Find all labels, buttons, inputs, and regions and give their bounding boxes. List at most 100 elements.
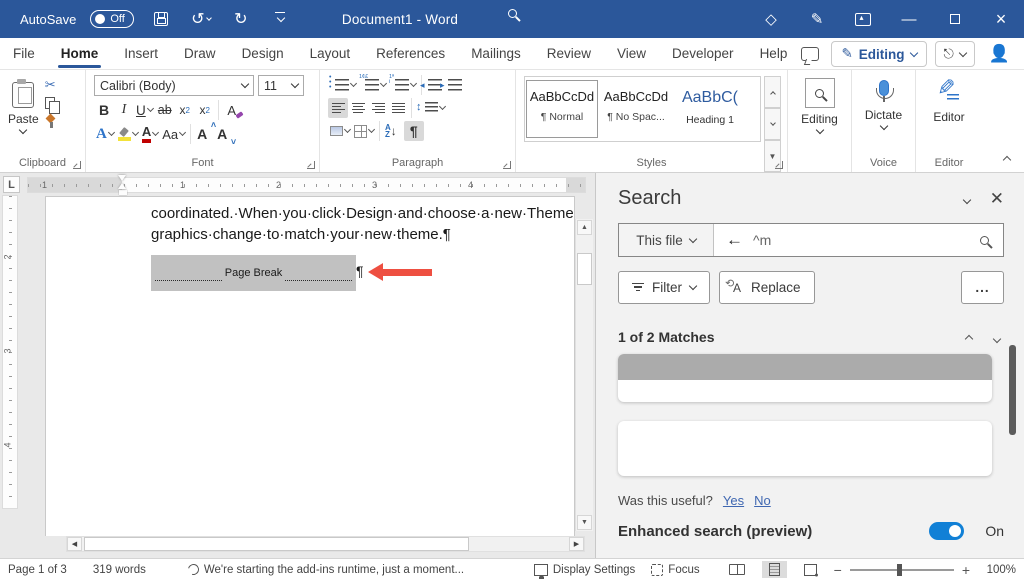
document-page[interactable]: coordinated.·When·you·click·Design·and·c… [45, 196, 575, 536]
tab-references[interactable]: References [363, 38, 458, 70]
underline-button[interactable]: U [134, 100, 155, 120]
share-button[interactable]: ⎋ [935, 41, 975, 67]
feedback-yes-link[interactable]: Yes [723, 493, 744, 508]
clipboard-dialog-launcher[interactable] [73, 161, 81, 169]
results-scrollbar-thumb[interactable] [1009, 345, 1016, 435]
editing-mode-dropdown[interactable]: ✎ Editing [831, 41, 926, 67]
search-scope-dropdown[interactable]: This file [619, 224, 714, 256]
presence-person-icon[interactable]: 👤 [983, 44, 1016, 64]
back-arrow-button[interactable]: ← [714, 230, 753, 250]
italic-button[interactable]: I [114, 100, 134, 120]
ribbon-display-options-button[interactable] [840, 0, 886, 38]
document-text-line-1[interactable]: coordinated.·When·you·click·Design·and·c… [151, 205, 573, 222]
dictate-button[interactable]: Dictate [852, 70, 915, 150]
editing-menu-button[interactable]: Editing [788, 70, 851, 150]
tab-developer[interactable]: Developer [659, 38, 747, 70]
search-result-1-selected[interactable] [618, 354, 992, 402]
search-result-2[interactable] [618, 421, 992, 476]
zoom-slider-thumb[interactable] [897, 564, 902, 576]
justify-button[interactable] [388, 98, 408, 118]
copy-button[interactable] [45, 97, 55, 109]
maximize-button[interactable] [932, 0, 978, 38]
page-break-marker[interactable]: Page Break [151, 255, 356, 291]
line-spacing-button[interactable] [415, 98, 447, 118]
search-submit-icon[interactable] [980, 233, 989, 248]
numbering-button[interactable] [358, 75, 388, 95]
vertical-scroll-thumb[interactable] [577, 253, 592, 285]
web-layout-button[interactable] [797, 562, 824, 578]
feedback-no-link[interactable]: No [754, 493, 771, 508]
zoom-percentage[interactable]: 100% [980, 564, 1016, 576]
display-settings-button[interactable]: Display Settings [526, 564, 643, 576]
collapse-ribbon-button[interactable] [1004, 151, 1010, 166]
font-dialog-launcher[interactable] [307, 161, 315, 169]
zoom-in-button[interactable]: + [962, 562, 970, 578]
pane-collapse-button[interactable] [964, 191, 970, 206]
text-highlight-button[interactable] [116, 124, 140, 144]
tab-stop-selector[interactable]: L [3, 176, 20, 193]
tab-file[interactable]: File [0, 38, 48, 70]
tab-help[interactable]: Help [747, 38, 801, 70]
multilevel-list-button[interactable] [388, 75, 418, 95]
sort-button[interactable]: AZ↓ [383, 121, 404, 141]
zoom-slider[interactable] [850, 569, 954, 571]
align-left-button[interactable] [328, 98, 348, 118]
minimize-button[interactable]: — [886, 0, 932, 38]
more-options-button[interactable]: ... [961, 271, 1004, 304]
paste-button[interactable]: Paste [8, 74, 39, 154]
editor-button[interactable]: Editor [916, 70, 982, 150]
tab-layout[interactable]: Layout [297, 38, 364, 70]
increase-indent-button[interactable] [445, 75, 465, 95]
change-case-button[interactable]: Aa [160, 124, 187, 144]
close-button[interactable]: × [978, 0, 1024, 38]
scroll-down-button[interactable]: ▼ [577, 515, 592, 530]
draw-pen-icon[interactable]: ✎ [794, 0, 840, 38]
undo-button[interactable]: ↺ [188, 6, 214, 32]
superscript-button[interactable]: x2 [195, 100, 215, 120]
format-painter-button[interactable] [45, 115, 57, 127]
shrink-font-button[interactable]: A˅ [214, 124, 234, 144]
document-text-line-2[interactable]: graphics·change·to·match·your·new·theme.… [151, 226, 575, 243]
indent-markers[interactable] [118, 175, 127, 195]
font-size-combobox[interactable]: 11 [258, 75, 304, 96]
next-match-button[interactable] [994, 330, 1000, 345]
font-name-combobox[interactable]: Calibri (Body) [94, 75, 254, 96]
align-right-button[interactable] [368, 98, 388, 118]
font-color-button[interactable]: A [140, 124, 160, 144]
scroll-up-button[interactable]: ▲ [577, 220, 592, 235]
paragraph-dialog-launcher[interactable] [503, 161, 511, 169]
vertical-scrollbar[interactable]: ▲ ▼ [575, 219, 593, 531]
previous-match-button[interactable] [966, 330, 972, 345]
show-hide-formatting-button[interactable]: ¶ [404, 121, 424, 141]
tab-home[interactable]: Home [48, 38, 112, 70]
shading-button[interactable] [328, 121, 352, 141]
horizontal-ruler[interactable]: 1 1 2 3 4 [28, 178, 585, 192]
style-no-spacing[interactable]: AaBbCcDd ¶ No Spac... [600, 80, 672, 138]
cut-button[interactable]: ✂ [45, 78, 57, 91]
text-effects-button[interactable]: A [94, 124, 116, 144]
horizontal-scroll-thumb[interactable] [84, 537, 469, 551]
zoom-out-button[interactable]: − [834, 562, 842, 578]
focus-mode-button[interactable]: Focus [643, 564, 707, 576]
pane-close-button[interactable]: ✕ [990, 190, 1004, 207]
style-normal[interactable]: AaBbCcDd ¶ Normal [526, 80, 598, 138]
tab-draw[interactable]: Draw [171, 38, 229, 70]
tab-design[interactable]: Design [229, 38, 297, 70]
tab-mailings[interactable]: Mailings [458, 38, 534, 70]
print-layout-button[interactable] [762, 561, 787, 578]
styles-dialog-launcher[interactable] [775, 161, 783, 169]
tab-insert[interactable]: Insert [111, 38, 171, 70]
bullets-button[interactable] [328, 75, 358, 95]
align-center-button[interactable] [348, 98, 368, 118]
strikethrough-button[interactable]: ab [155, 100, 175, 120]
subscript-button[interactable]: x2 [175, 100, 195, 120]
comments-button[interactable] [797, 41, 823, 67]
clear-formatting-button[interactable]: A [222, 100, 242, 120]
search-input[interactable] [753, 232, 980, 248]
page-count[interactable]: Page 1 of 3 [0, 564, 75, 576]
filter-button[interactable]: Filter [618, 271, 710, 304]
enhanced-search-toggle[interactable] [929, 522, 964, 540]
premium-diamond-icon[interactable]: ◇ [748, 0, 794, 38]
tab-review[interactable]: Review [534, 38, 604, 70]
tab-view[interactable]: View [604, 38, 659, 70]
